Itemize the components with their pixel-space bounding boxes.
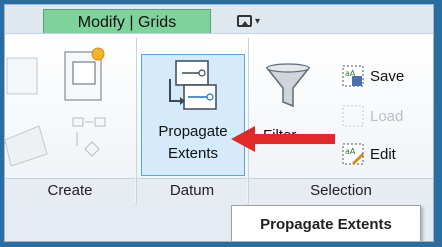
panel-label-create: Create bbox=[5, 178, 135, 205]
panel-toggle-button[interactable]: ▾ bbox=[237, 13, 263, 29]
filter-funnel-icon bbox=[265, 63, 311, 108]
red-pointer-arrow bbox=[231, 126, 335, 152]
save-selection-button[interactable]: aA Save bbox=[341, 64, 404, 88]
svg-text:aA: aA bbox=[345, 147, 356, 156]
tooltip-propagate-extents: Propagate Extents bbox=[231, 205, 421, 241]
create-tools-icons bbox=[5, 47, 106, 167]
panel-toggle-icon bbox=[237, 15, 252, 27]
load-selection-button[interactable]: Load bbox=[341, 104, 403, 128]
tab-modify-grids[interactable]: Modify | Grids bbox=[43, 9, 211, 36]
load-selection-icon bbox=[342, 105, 364, 127]
panel-label-selection: Selection bbox=[249, 178, 433, 205]
load-label: Load bbox=[370, 107, 404, 125]
ribbon-tab-strip: Modify | Grids ▾ bbox=[5, 5, 433, 36]
chevron-down-icon: ▾ bbox=[255, 15, 261, 27]
propagate-extents-icon bbox=[169, 60, 217, 110]
edit-label: Edit bbox=[370, 145, 396, 163]
propagate-extents-button[interactable]: Propagate Extents bbox=[141, 54, 245, 176]
save-selection-icon: aA bbox=[342, 65, 364, 87]
revit-ribbon-frame: Modify | Grids ▾ Create Propagate Extent… bbox=[4, 4, 434, 242]
ribbon-body: Create Propagate Extents Datum aA Save L… bbox=[5, 33, 433, 205]
save-label: Save bbox=[370, 67, 405, 85]
edit-selection-icon: aA bbox=[342, 143, 365, 166]
panel-label-datum: Datum bbox=[137, 178, 247, 205]
edit-selection-button[interactable]: aA Edit bbox=[341, 142, 396, 166]
